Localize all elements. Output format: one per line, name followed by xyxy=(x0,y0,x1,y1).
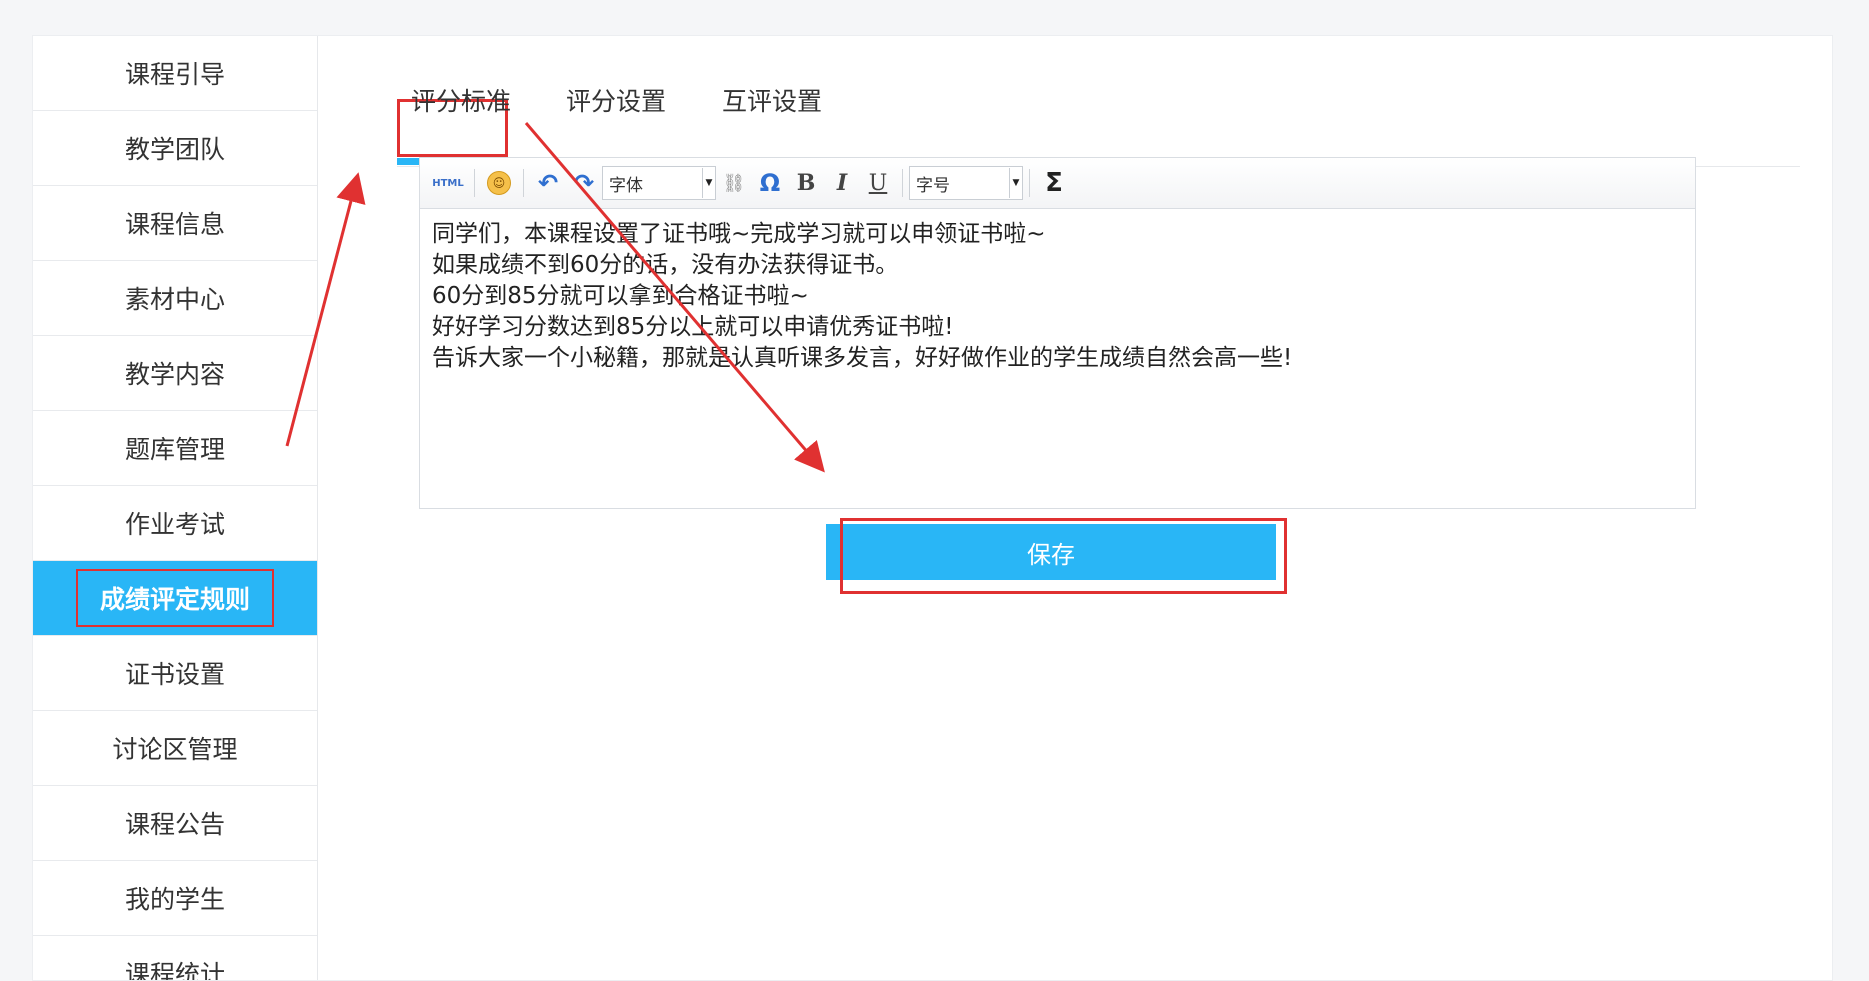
sidebar-item-materials[interactable]: 素材中心 xyxy=(33,261,317,336)
sidebar-item-label: 教学团队 xyxy=(124,135,225,164)
save-button[interactable]: 保存 xyxy=(826,524,1276,580)
sidebar-item-certificate-settings[interactable]: 证书设置 xyxy=(33,636,317,711)
sidebar-item-teaching-content[interactable]: 教学内容 xyxy=(33,336,317,411)
rich-text-editor: HTML ☺ ↶ ↷ 字体 ▼ ⛓ Ω B I U 字号 ▼ Σ 同学们，本课程… xyxy=(419,157,1696,509)
underline-icon[interactable]: U xyxy=(863,168,893,198)
html-source-button[interactable]: HTML xyxy=(431,168,465,198)
sidebar-item-label: 课程信息 xyxy=(124,210,225,239)
editor-line: 如果成绩不到60分的话，没有办法获得证书。 xyxy=(432,252,899,278)
sidebar-item-label: 课程引导 xyxy=(124,60,225,89)
toolbar-divider xyxy=(1029,169,1030,197)
toolbar-divider xyxy=(902,169,903,197)
toolbar-divider xyxy=(474,169,475,197)
formula-icon[interactable]: Σ xyxy=(1039,168,1069,198)
tab-grading-standard[interactable]: 评分标准 xyxy=(411,82,511,118)
main-content: 评分标准 评分设置 互评设置 HTML ☺ ↶ ↷ 字体 ▼ ⛓ Ω B I U xyxy=(318,36,1832,980)
sidebar-item-question-bank[interactable]: 题库管理 xyxy=(33,411,317,486)
font-size-value: 字号 xyxy=(916,175,950,196)
sidebar-item-discussion[interactable]: 讨论区管理 xyxy=(33,711,317,786)
bold-icon[interactable]: B xyxy=(791,168,821,198)
sidebar-item-label: 证书设置 xyxy=(124,660,225,689)
tab-bar: 评分标准 评分设置 互评设置 xyxy=(397,56,1800,167)
sidebar: 课程引导 教学团队 课程信息 素材中心 教学内容 题库管理 作业考试 成绩评定规… xyxy=(33,36,318,980)
editor-content-area[interactable]: 同学们，本课程设置了证书哦~完成学习就可以申领证书啦~ 如果成绩不到60分的话，… xyxy=(420,209,1695,384)
emoji-icon: ☺ xyxy=(487,171,511,195)
dropdown-arrow-icon: ▼ xyxy=(1009,168,1022,198)
editor-line: 60分到85分就可以拿到合格证书啦~ xyxy=(432,283,809,309)
sidebar-item-label: 讨论区管理 xyxy=(112,735,238,764)
sidebar-item-announcements[interactable]: 课程公告 xyxy=(33,786,317,861)
editor-toolbar: HTML ☺ ↶ ↷ 字体 ▼ ⛓ Ω B I U 字号 ▼ Σ xyxy=(420,158,1695,209)
sidebar-item-label: 我的学生 xyxy=(124,885,225,914)
tab-peer-review-settings[interactable]: 互评设置 xyxy=(722,82,822,118)
sidebar-item-label: 课程统计 xyxy=(124,960,225,980)
sidebar-item-course-info[interactable]: 课程信息 xyxy=(33,186,317,261)
editor-line: 同学们，本课程设置了证书哦~完成学习就可以申领证书啦~ xyxy=(432,221,1046,247)
sidebar-item-course-guide[interactable]: 课程引导 xyxy=(33,36,317,111)
sidebar-item-label: 作业考试 xyxy=(124,510,225,539)
sidebar-item-label: 课程公告 xyxy=(124,810,225,839)
redo-icon[interactable]: ↷ xyxy=(569,168,599,198)
font-size-select[interactable]: 字号 ▼ xyxy=(909,166,1023,200)
special-char-icon[interactable]: Ω xyxy=(755,168,785,198)
sidebar-item-teaching-team[interactable]: 教学团队 xyxy=(33,111,317,186)
italic-icon[interactable]: I xyxy=(827,168,857,198)
sidebar-item-homework-exams[interactable]: 作业考试 xyxy=(33,486,317,561)
link-icon[interactable]: ⛓ xyxy=(719,168,749,198)
editor-line: 告诉大家一个小秘籍，那就是认真听课多发言，好好做作业的学生成绩自然会高一些! xyxy=(432,345,1293,371)
sidebar-item-label: 题库管理 xyxy=(124,435,225,464)
sidebar-item-grading-rules[interactable]: 成绩评定规则 xyxy=(33,561,317,636)
undo-icon[interactable]: ↶ xyxy=(533,168,563,198)
font-family-value: 字体 xyxy=(609,175,643,196)
font-family-select[interactable]: 字体 ▼ xyxy=(602,166,716,200)
tab-grading-settings[interactable]: 评分设置 xyxy=(566,82,666,118)
sidebar-item-course-stats[interactable]: 课程统计 xyxy=(33,936,317,980)
sidebar-item-label: 教学内容 xyxy=(124,360,225,389)
dropdown-arrow-icon: ▼ xyxy=(702,168,715,198)
emoji-button[interactable]: ☺ xyxy=(484,168,514,198)
sidebar-item-label: 成绩评定规则 xyxy=(75,569,274,627)
editor-line: 好好学习分数达到85分以上就可以申请优秀证书啦! xyxy=(432,314,954,340)
sidebar-item-my-students[interactable]: 我的学生 xyxy=(33,861,317,936)
sidebar-item-label: 素材中心 xyxy=(124,285,225,314)
toolbar-divider xyxy=(523,169,524,197)
main-card: 课程引导 教学团队 课程信息 素材中心 教学内容 题库管理 作业考试 成绩评定规… xyxy=(32,35,1833,981)
